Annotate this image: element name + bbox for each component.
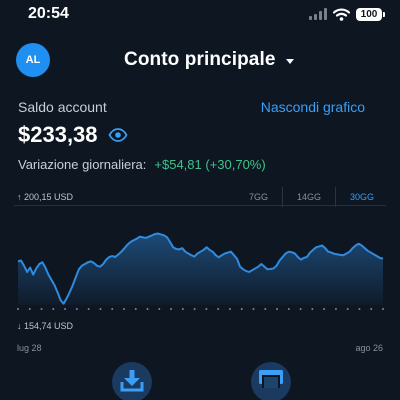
wifi-icon <box>333 7 350 21</box>
chart-baseline-dot <box>146 308 149 310</box>
chart-baseline-dot <box>134 308 137 310</box>
daily-change: Variazione giornaliera: +$54,81 (+30,70%… <box>18 157 266 172</box>
deposit-button[interactable] <box>112 358 152 400</box>
download-tray-icon <box>112 362 152 400</box>
balance-row: $233,38 <box>18 122 128 148</box>
daily-change-label: Variazione giornaliera: <box>18 157 147 172</box>
chart-baseline-dot <box>87 308 90 310</box>
daily-change-value: +$54,81 (+30,70%) <box>154 157 266 172</box>
chart-baseline-dot <box>170 308 173 310</box>
chart-baseline-dot <box>370 308 373 310</box>
chart-end-date: ago 26 <box>355 343 383 353</box>
chart-baseline-dot <box>181 308 184 310</box>
chart-baseline-dot <box>311 308 314 310</box>
account-title: Conto principale <box>124 49 276 70</box>
chart-baseline-dot <box>382 308 384 310</box>
chart-baseline-dot <box>217 308 220 310</box>
avatar[interactable]: AL <box>16 43 50 77</box>
tab-range-14gg[interactable]: 14GG <box>281 187 335 207</box>
chart-baseline-dot <box>228 308 231 310</box>
app-screen: 20:54 100 AL Conto principale Saldo acco… <box>0 0 400 400</box>
chart-baseline-dot <box>358 308 361 310</box>
chevron-down-icon <box>285 58 294 64</box>
chart-baseline-dot <box>122 308 125 310</box>
card-transfer-icon <box>251 362 291 400</box>
chart-baseline-dot <box>193 308 196 310</box>
balance-label: Saldo account <box>18 99 107 115</box>
chart-area-fill <box>18 233 383 305</box>
chart-baseline-dot <box>158 308 161 310</box>
chart-baseline-dot <box>28 308 31 310</box>
chart-baseline-dot <box>287 308 290 310</box>
chart-baseline-dot <box>276 308 279 310</box>
chart-baseline-dot <box>52 308 55 310</box>
chart-baseline-dot <box>252 308 255 310</box>
chart-baseline-dot <box>111 308 114 310</box>
status-bar: 20:54 100 <box>0 0 400 30</box>
chart-max-label: ↑ 200,15 USD <box>17 192 74 202</box>
chart-baseline-dot <box>299 308 302 310</box>
chart-baseline-dot <box>17 308 19 310</box>
tab-range-30gg[interactable]: 30GG <box>334 187 388 207</box>
chart-baseline-dot <box>64 308 67 310</box>
chart-baseline-dot <box>323 308 326 310</box>
status-icons: 100 <box>309 7 385 21</box>
hide-chart-link[interactable]: Nascondi grafico <box>261 99 365 115</box>
signal-icon <box>309 8 327 20</box>
chart-baseline-dot <box>240 308 243 310</box>
transfer-button[interactable] <box>251 358 291 400</box>
balance-chart <box>17 232 384 310</box>
chart-baseline-dot <box>75 308 78 310</box>
chart-baseline-dot <box>346 308 349 310</box>
chart-min-label: ↓ 154,74 USD <box>17 321 74 331</box>
chart-baseline-dot <box>264 308 267 310</box>
account-selector[interactable]: Conto principale <box>124 48 294 72</box>
chart-start-date: lug 28 <box>17 343 42 353</box>
eye-icon[interactable] <box>108 128 128 142</box>
chart-baseline-dot <box>334 308 337 310</box>
battery-icon: 100 <box>356 7 385 21</box>
chart-baseline-dot <box>40 308 43 310</box>
chart-baseline-dot <box>205 308 208 310</box>
status-time: 20:54 <box>28 5 69 22</box>
range-tabs: 7GG 14GG 30GG <box>235 187 388 207</box>
balance-value: $233,38 <box>18 122 98 147</box>
tab-range-7gg[interactable]: 7GG <box>235 187 282 207</box>
chart-baseline-dot <box>99 308 102 310</box>
